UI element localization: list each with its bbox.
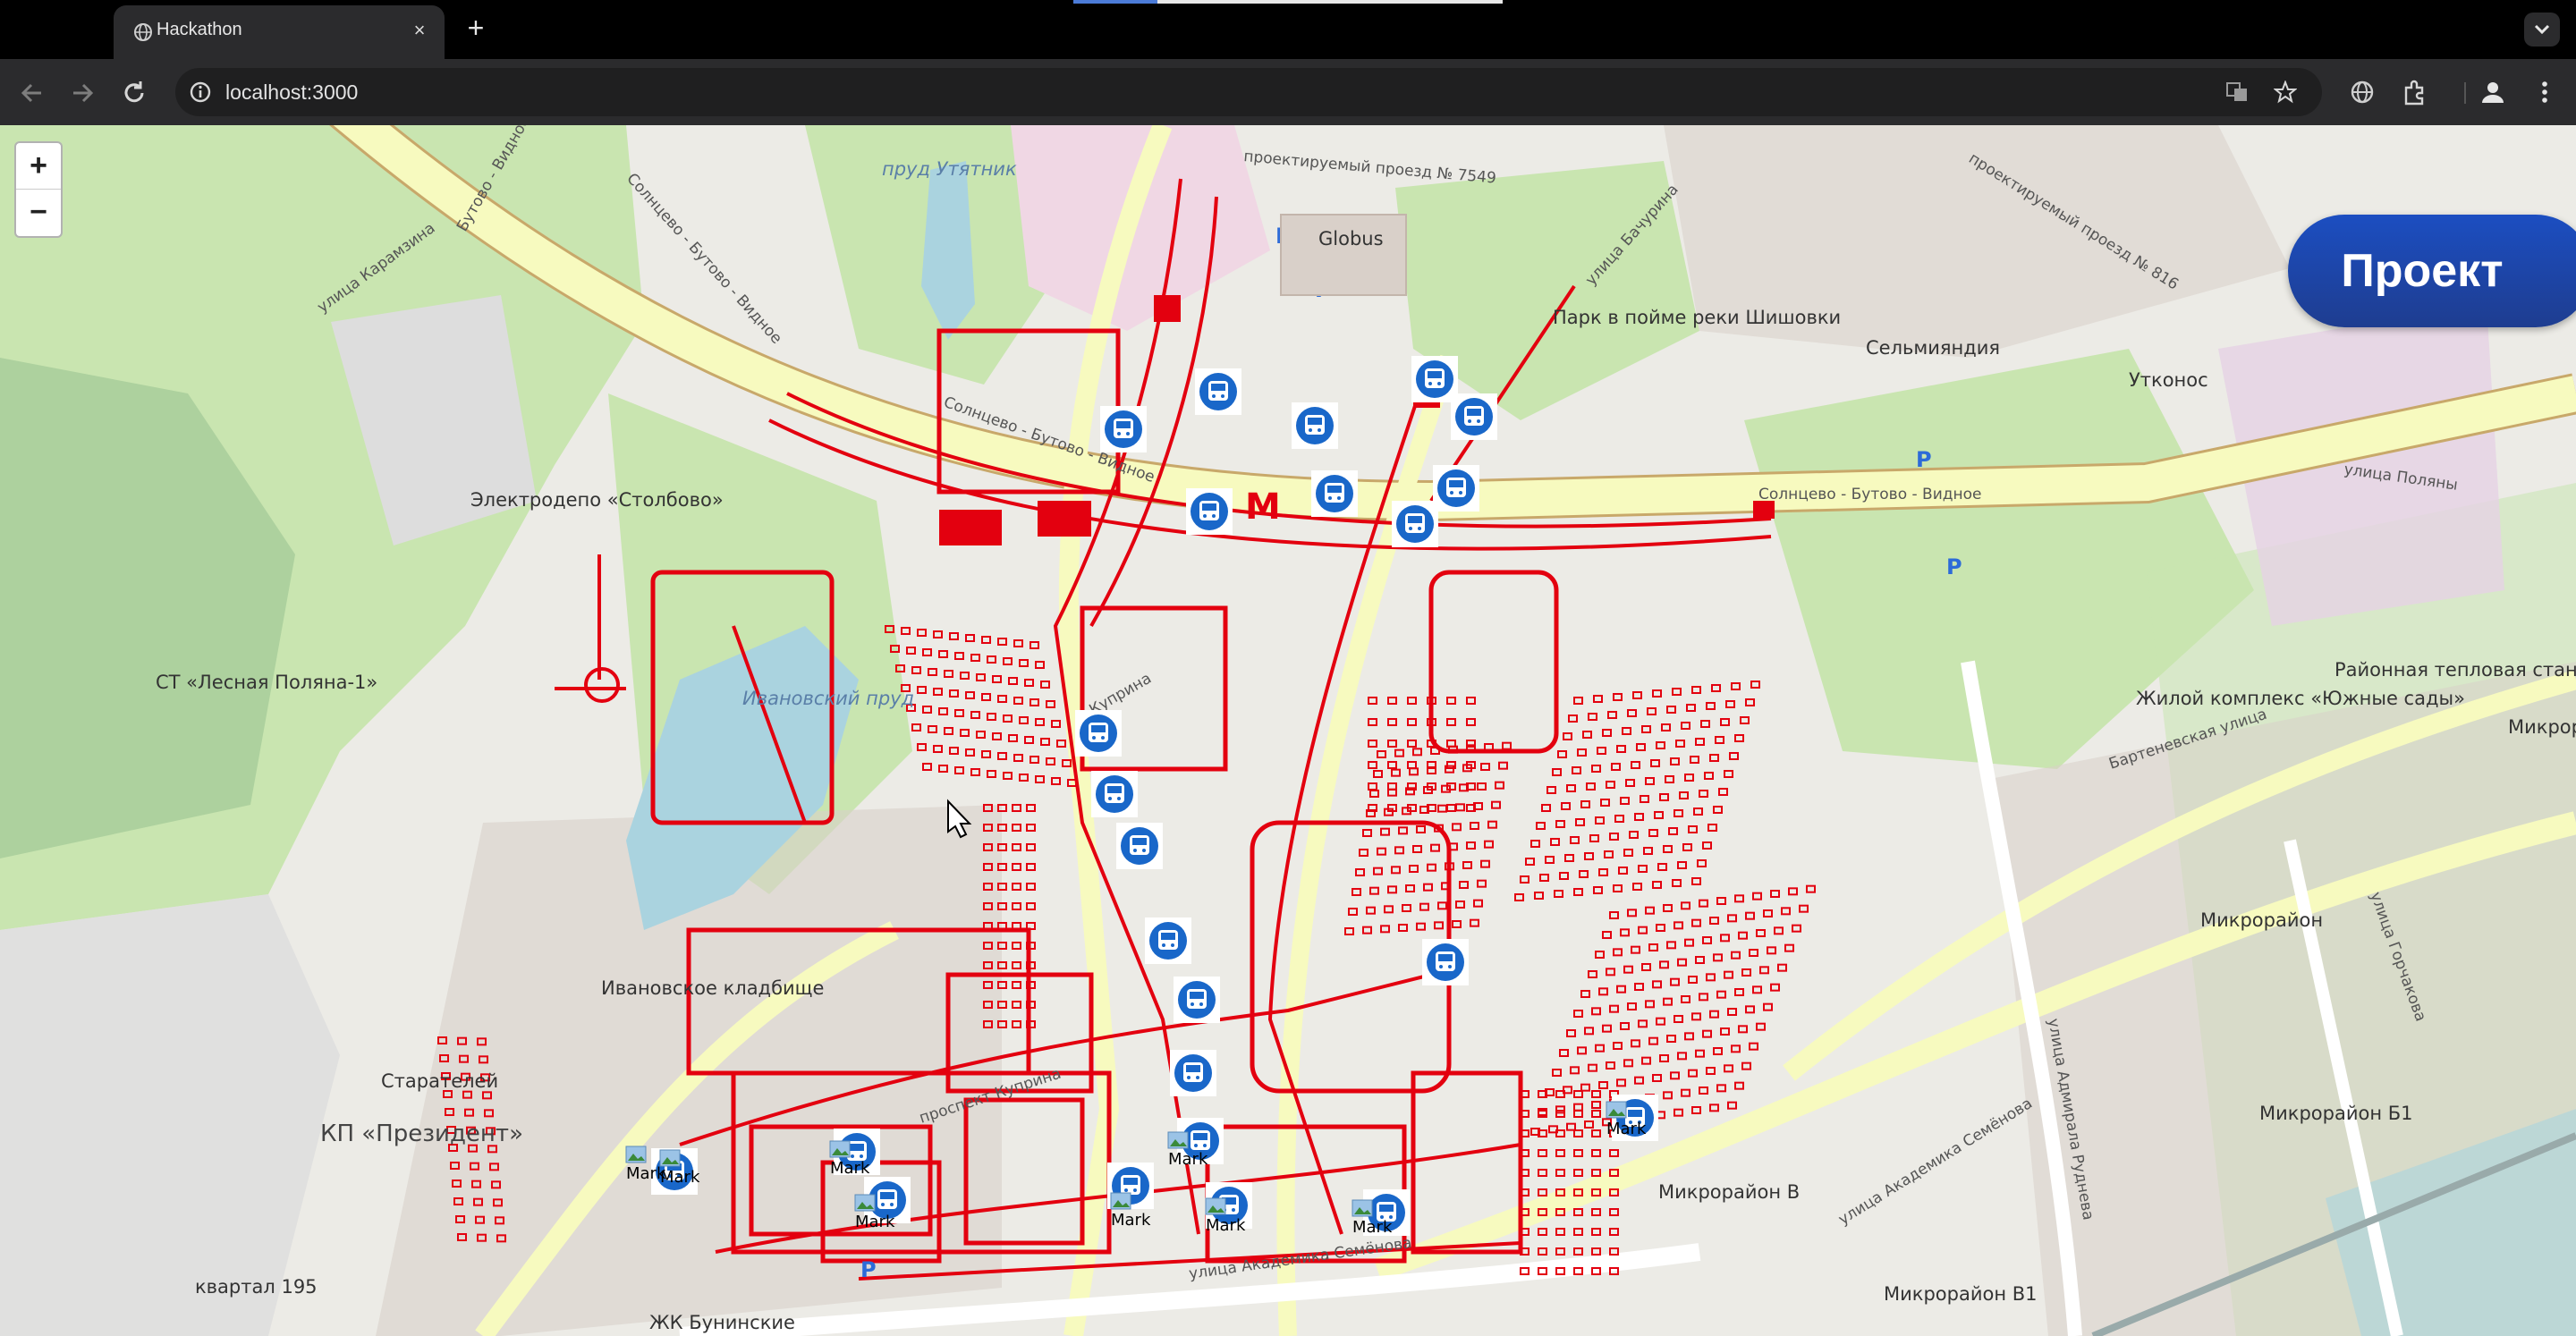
reload-icon[interactable] [116, 75, 152, 111]
address-bar[interactable]: localhost:3000 [175, 68, 2322, 116]
map-label: Районная тепловая станция «Южное Бутово» [2334, 659, 2576, 681]
star-icon[interactable] [2274, 80, 2297, 104]
map-label: квартал 195 [195, 1276, 318, 1298]
zoom-in-button[interactable]: + [16, 143, 61, 190]
bus-stop-icon[interactable] [1292, 402, 1338, 449]
zoom-out-button[interactable]: − [16, 190, 61, 235]
close-tab-icon[interactable]: × [407, 18, 432, 43]
bus-stop-icon[interactable] [1100, 406, 1147, 452]
browser-tab-strip: Hackathon × + [0, 0, 2576, 59]
new-tab-button[interactable]: + [460, 13, 492, 45]
extensions-icon[interactable] [2399, 77, 2429, 107]
bus-stop-icon[interactable] [1311, 470, 1358, 517]
map-label: Микрорайон В [1658, 1181, 1800, 1203]
bus-stop-icon[interactable] [1451, 393, 1497, 440]
metro-icon: M [1245, 486, 1281, 528]
parking-icon: P [1946, 554, 1962, 579]
browser-toolbar: localhost:3000 [0, 59, 2576, 125]
back-arrow-icon[interactable] [14, 75, 50, 111]
map-label: Электродепо «Столбово» [470, 489, 724, 511]
vpn-icon[interactable] [2347, 77, 2377, 107]
map-label: Жилой комплекс «Южные сады» [2136, 688, 2465, 709]
translate-icon[interactable] [2225, 80, 2249, 104]
menu-dots-icon[interactable] [2529, 77, 2560, 107]
marker-label: Mark [660, 1168, 700, 1187]
map-label: пруд Утятник [882, 158, 1017, 180]
project-button[interactable]: Проект [2288, 215, 2576, 327]
marker-label: Mark [1111, 1211, 1151, 1230]
marker-label: Mark [1352, 1218, 1393, 1237]
map-label: СТ «Лесная Поляна-1» [156, 672, 377, 693]
bus-stop-icon[interactable] [1392, 501, 1438, 547]
bus-stop-icon[interactable] [1145, 917, 1191, 964]
parking-icon: P [860, 1257, 877, 1282]
bus-stop-icon[interactable] [1170, 1050, 1216, 1096]
map-label: КП «Президент» [320, 1120, 523, 1147]
map-label: Globus [1318, 228, 1384, 249]
marker-label: Mark [1606, 1120, 1647, 1138]
loading-bar [1073, 0, 1157, 4]
map-label: Сельмияндия [1866, 337, 2000, 359]
globe-icon [134, 23, 152, 41]
url-text: localhost:3000 [225, 80, 359, 104]
chevron-down-icon [2534, 24, 2550, 35]
map-label: Микрора [2508, 716, 2576, 738]
marker-label: Mark [1206, 1216, 1246, 1235]
tab-search-button[interactable] [2524, 13, 2560, 47]
map-label: Микрорайон [2200, 909, 2323, 931]
map-label: Ивановское кладбище [601, 977, 824, 999]
info-icon[interactable] [188, 80, 213, 105]
bus-stop-icon[interactable] [1075, 710, 1122, 757]
browser-tab[interactable]: Hackathon × [114, 5, 445, 59]
toolbar-divider [2464, 82, 2466, 104]
bus-stop-icon[interactable] [1091, 771, 1138, 817]
bus-stop-icon[interactable] [1174, 977, 1220, 1023]
bus-stop-icon[interactable] [1422, 939, 1469, 985]
map-label: ЖК Бунинские [649, 1312, 795, 1333]
marker-label: Mark [830, 1159, 870, 1178]
marker-label: Mark [855, 1213, 895, 1231]
map-canvas[interactable]: M P P P P P Солнцево - Бутово - Видное С… [0, 125, 2576, 1336]
map-label: Микрорайон В1 [1884, 1283, 2038, 1305]
bus-stop-icon[interactable] [1186, 488, 1233, 535]
map-viewport[interactable]: M P P P P P Солнцево - Бутово - Видное С… [0, 125, 2576, 1336]
loading-bar-track [1157, 0, 1503, 4]
map-label: Ивановский пруд [742, 688, 914, 709]
map-label: Микрорайон Б1 [2259, 1103, 2413, 1124]
bus-stop-icon[interactable] [1433, 465, 1479, 512]
forward-arrow-icon[interactable] [64, 75, 100, 111]
tab-title: Hackathon [157, 20, 242, 39]
bus-stop-icon[interactable] [1195, 368, 1241, 415]
profile-icon[interactable] [2478, 77, 2508, 107]
zoom-control: + − [14, 141, 63, 238]
map-label: Утконос [2129, 369, 2208, 391]
map-label: Старателей [381, 1070, 498, 1092]
marker-label: Mark [1168, 1150, 1208, 1169]
bus-stop-icon[interactable] [1116, 823, 1163, 869]
map-label: Парк в пойме реки Шишовки [1553, 307, 1841, 328]
map-label: Солнцево - Бутово - Видное [1758, 486, 1981, 503]
parking-icon: P [1916, 447, 1932, 472]
